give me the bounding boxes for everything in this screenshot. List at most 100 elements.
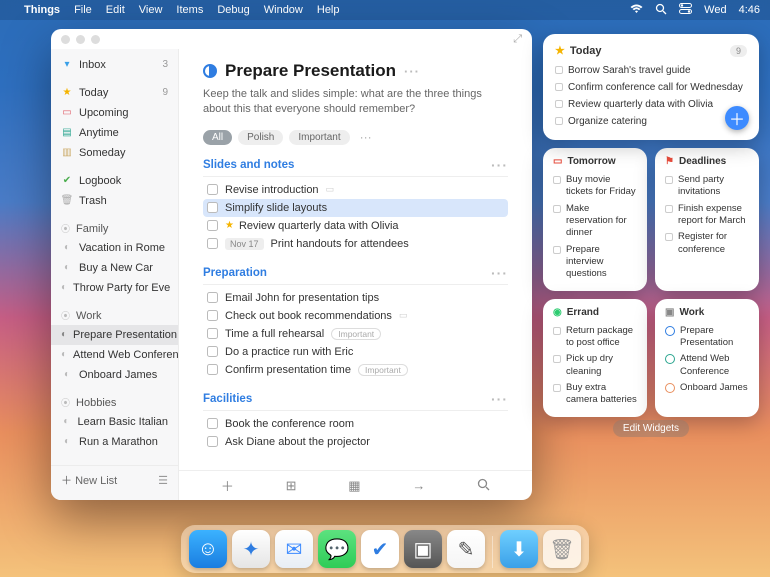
widget-item[interactable]: Review quarterly data with Olivia bbox=[555, 96, 747, 113]
widget-item[interactable]: Buy movie tickets for Friday bbox=[553, 172, 637, 201]
widget-deadlines[interactable]: ⚑Deadlines Send party invitations Finish… bbox=[655, 148, 759, 291]
search-button[interactable] bbox=[477, 478, 490, 494]
widget-errand[interactable]: ◉Errand Return package to post office Pi… bbox=[543, 299, 647, 417]
sidebar-anytime[interactable]: ▤ Anytime bbox=[51, 123, 178, 143]
project-title[interactable]: Prepare Presentation bbox=[225, 61, 396, 81]
area-family[interactable]: ⦿Family bbox=[51, 219, 178, 238]
widget-item[interactable]: Send party invitations bbox=[665, 172, 749, 201]
heading-preparation[interactable]: Preparation··· bbox=[203, 265, 508, 285]
edit-widgets-button[interactable]: Edit Widgets bbox=[613, 420, 689, 437]
dock-safari[interactable]: ✦ bbox=[232, 530, 270, 568]
debug-menu[interactable]: Debug bbox=[217, 4, 249, 16]
sidebar-inbox[interactable]: ▾ Inbox 3 bbox=[51, 55, 178, 75]
todo-item[interactable]: ★Review quarterly data with Olivia bbox=[203, 217, 508, 235]
todo-item[interactable]: Revise introduction▭ bbox=[203, 181, 508, 199]
project-party[interactable]: ◐Throw Party for Eve bbox=[51, 278, 178, 298]
checkbox[interactable] bbox=[207, 328, 218, 339]
window-menu[interactable]: Window bbox=[264, 4, 303, 16]
project-more-icon[interactable]: ··· bbox=[404, 64, 420, 79]
todo-item[interactable]: Do a practice run with Eric bbox=[203, 343, 508, 361]
expand-icon[interactable]: ⤢ bbox=[513, 33, 522, 46]
tag-polish[interactable]: Polish bbox=[238, 130, 283, 145]
menubar-day[interactable]: Wed bbox=[704, 4, 726, 16]
checkbox[interactable] bbox=[207, 220, 218, 231]
app-menu[interactable]: Things bbox=[24, 4, 60, 16]
project-italian[interactable]: ◐Learn Basic Italian bbox=[51, 412, 178, 432]
view-menu[interactable]: View bbox=[139, 4, 163, 16]
sidebar-trash[interactable]: 🗑 Trash bbox=[51, 191, 178, 211]
project-car[interactable]: ◐Buy a New Car bbox=[51, 258, 178, 278]
dock-finder[interactable]: ☺ bbox=[189, 530, 227, 568]
tag-more-icon[interactable]: ··· bbox=[356, 130, 376, 144]
todo-item[interactable]: Book the conference room bbox=[203, 415, 508, 433]
project-notes[interactable]: Keep the talk and slides simple: what ar… bbox=[203, 87, 508, 118]
dock-trash[interactable]: 🗑 bbox=[543, 530, 581, 568]
widget-item[interactable]: Finish expense report for March bbox=[665, 201, 749, 230]
widget-item[interactable]: Prepare interview questions bbox=[553, 242, 637, 283]
widget-item[interactable]: Organize catering bbox=[555, 113, 747, 130]
spotlight-icon[interactable] bbox=[655, 3, 667, 18]
checkbox[interactable] bbox=[207, 436, 218, 447]
widget-item[interactable]: Prepare Presentation bbox=[665, 323, 749, 352]
dock-mail[interactable]: ✉ bbox=[275, 530, 313, 568]
widget-item[interactable]: Onboard James bbox=[665, 380, 749, 396]
new-heading-button[interactable]: ⊞ bbox=[286, 478, 297, 494]
dock-preview[interactable]: ▣ bbox=[404, 530, 442, 568]
project-vacation[interactable]: ◐Vacation in Rome bbox=[51, 238, 178, 258]
menubar-time[interactable]: 4:46 bbox=[739, 4, 760, 16]
checkbox[interactable] bbox=[207, 238, 218, 249]
dock-things[interactable]: ✔ bbox=[361, 530, 399, 568]
new-todo-button[interactable]: ＋ bbox=[221, 476, 234, 495]
widget-item[interactable]: Buy extra camera batteries bbox=[553, 380, 637, 409]
area-work[interactable]: ⦿Work bbox=[51, 306, 178, 325]
widget-today[interactable]: ★Today9 Borrow Sarah's travel guide Conf… bbox=[543, 34, 759, 140]
widget-item[interactable]: Register for conference bbox=[665, 229, 749, 258]
dock-downloads[interactable]: ⬇ bbox=[500, 530, 538, 568]
titlebar[interactable]: ⤢ bbox=[51, 29, 532, 49]
project-conference[interactable]: ◐Attend Web Conference bbox=[51, 345, 178, 365]
todo-item[interactable]: Ask Diane about the projector bbox=[203, 433, 508, 451]
checkbox[interactable] bbox=[207, 184, 218, 195]
control-center-icon[interactable] bbox=[679, 3, 692, 17]
widget-work[interactable]: ▣Work Prepare Presentation Attend Web Co… bbox=[655, 299, 759, 417]
widget-item[interactable]: Confirm conference call for Wednesday bbox=[555, 79, 747, 96]
heading-more-icon[interactable]: ··· bbox=[491, 157, 508, 173]
project-marathon[interactable]: ◐Run a Marathon bbox=[51, 432, 178, 452]
todo-item[interactable]: Nov 17Print handouts for attendees bbox=[203, 235, 508, 253]
heading-slides[interactable]: Slides and notes··· bbox=[203, 157, 508, 177]
sidebar-someday[interactable]: ▥ Someday bbox=[51, 143, 178, 163]
sidebar-today[interactable]: ★ Today 9 bbox=[51, 83, 178, 103]
checkbox[interactable] bbox=[207, 364, 218, 375]
when-button[interactable]: ▦ bbox=[348, 478, 360, 494]
checkbox[interactable] bbox=[207, 202, 218, 213]
move-button[interactable]: → bbox=[412, 478, 425, 493]
project-presentation[interactable]: ◐Prepare Presentation bbox=[51, 325, 178, 345]
todo-item[interactable]: Time a full rehearsalImportant bbox=[203, 325, 508, 343]
todo-item[interactable]: Confirm presentation timeImportant bbox=[203, 361, 508, 379]
file-menu[interactable]: File bbox=[74, 4, 92, 16]
widget-item[interactable]: Make reservation for dinner bbox=[553, 201, 637, 242]
widget-item[interactable]: Pick up dry cleaning bbox=[553, 351, 637, 380]
items-menu[interactable]: Items bbox=[176, 4, 203, 16]
checkbox[interactable] bbox=[207, 418, 218, 429]
widget-item[interactable]: Return package to post office bbox=[553, 323, 637, 352]
settings-icon[interactable]: ☰ bbox=[158, 474, 168, 487]
widget-item[interactable]: Attend Web Conference bbox=[665, 351, 749, 380]
heading-facilities[interactable]: Facilities··· bbox=[203, 391, 508, 411]
traffic-lights[interactable] bbox=[61, 35, 100, 44]
help-menu[interactable]: Help bbox=[317, 4, 340, 16]
checkbox[interactable] bbox=[207, 292, 218, 303]
checkbox[interactable] bbox=[207, 346, 218, 357]
todo-item[interactable]: Simplify slide layouts bbox=[203, 199, 508, 217]
heading-more-icon[interactable]: ··· bbox=[491, 391, 508, 407]
tag-all[interactable]: All bbox=[203, 130, 232, 145]
widget-item[interactable]: Borrow Sarah's travel guide bbox=[555, 62, 747, 79]
dock-messages[interactable]: 💬 bbox=[318, 530, 356, 568]
project-onboard[interactable]: ◐Onboard James bbox=[51, 365, 178, 385]
new-list-button[interactable]: ＋ New List bbox=[61, 472, 117, 488]
dock-notes[interactable]: ✎ bbox=[447, 530, 485, 568]
todo-item[interactable]: Check out book recommendations▭ bbox=[203, 307, 508, 325]
checkbox[interactable] bbox=[207, 310, 218, 321]
wifi-icon[interactable] bbox=[630, 4, 643, 17]
sidebar-upcoming[interactable]: ▭ Upcoming bbox=[51, 103, 178, 123]
